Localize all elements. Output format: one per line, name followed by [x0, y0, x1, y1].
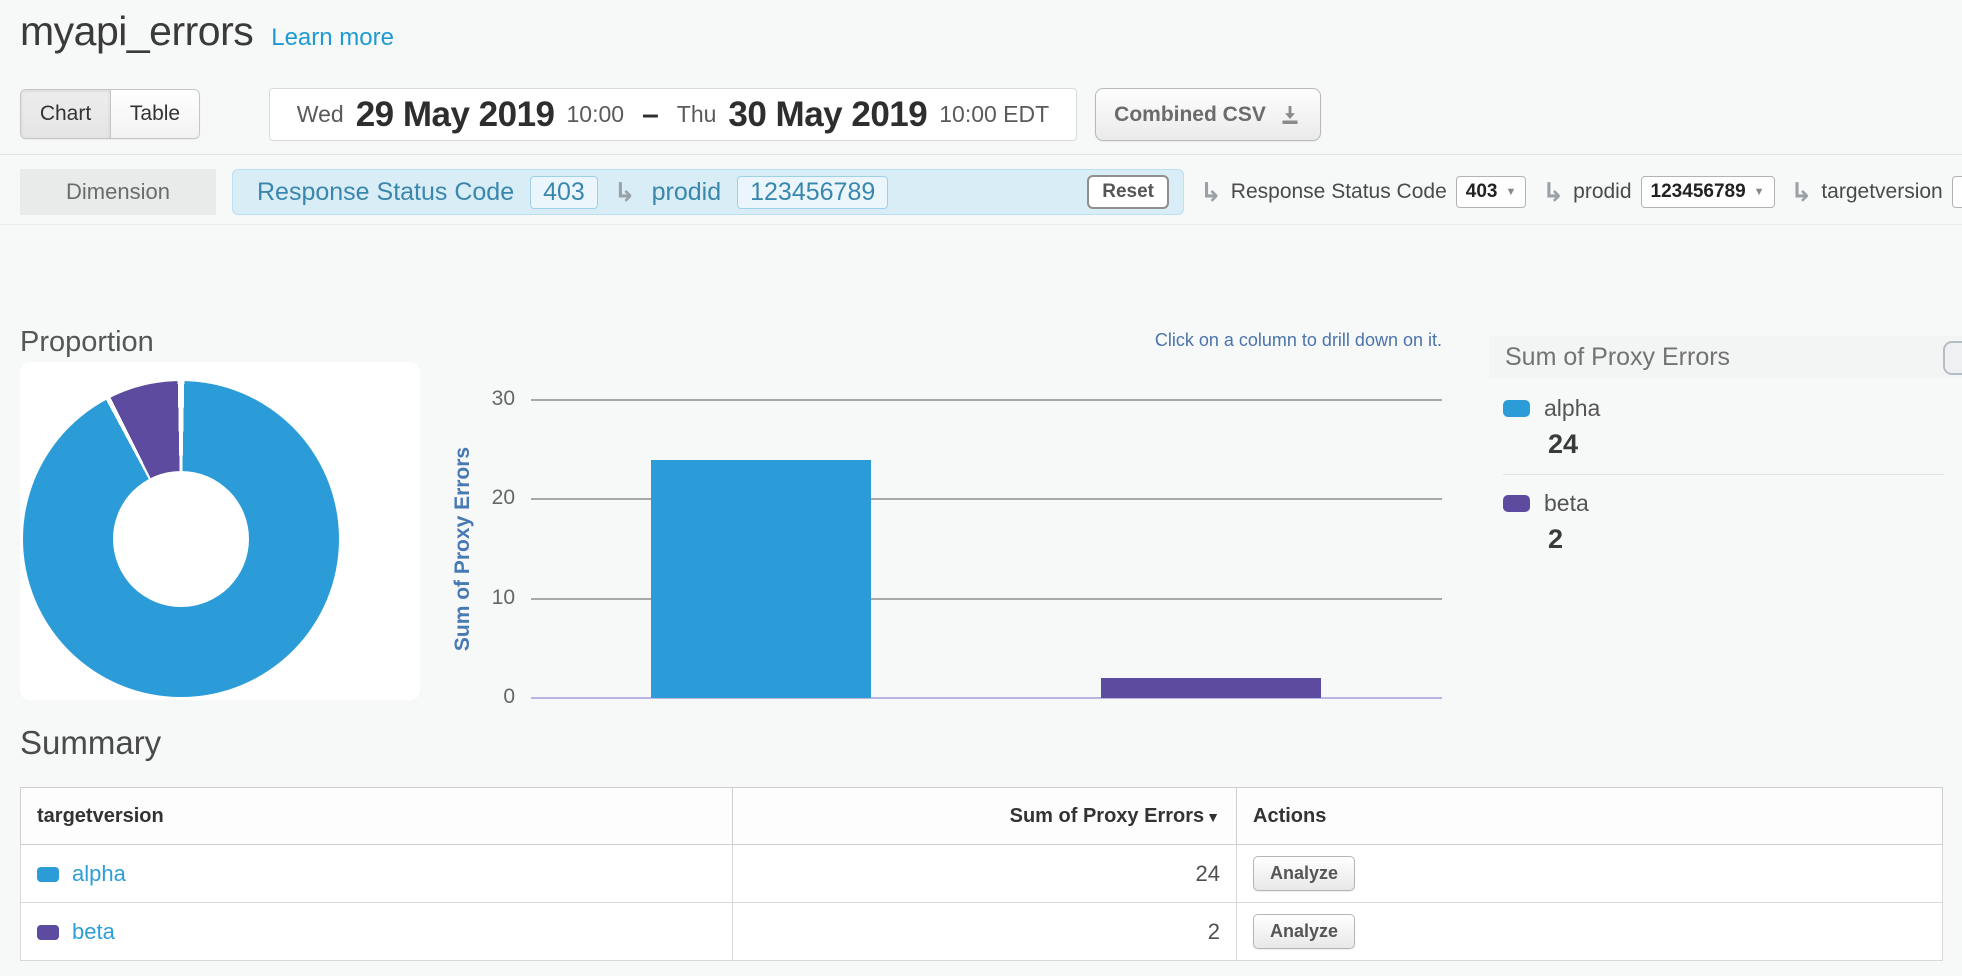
combined-csv-button[interactable]: Combined CSV	[1095, 88, 1321, 141]
selector-label: targetversion	[1821, 180, 1942, 204]
table-header-row: targetversion Sum of Proxy Errors▼ Actio…	[21, 788, 1943, 845]
end-date: 30 May 2019	[728, 95, 927, 135]
legend-item-alpha: alpha	[1503, 395, 1962, 422]
y-tick: 10	[471, 585, 515, 611]
dimension-selector-group: ↳ prodid 123456789 ▼	[1542, 176, 1774, 208]
view-toggle: Chart Table	[20, 89, 200, 139]
dimension-selector-group: ↳ targetversion All ▼	[1791, 176, 1962, 208]
row-link-beta[interactable]: beta	[72, 919, 115, 944]
learn-more-link[interactable]: Learn more	[271, 24, 394, 52]
selector-dropdown-status-code[interactable]: 403 ▼	[1456, 176, 1527, 208]
drill-down-hint: Click on a column to drill down on it.	[1155, 330, 1442, 351]
download-icon	[1278, 103, 1302, 127]
page-title: myapi_errors	[20, 8, 253, 55]
selector-label: Response Status Code	[1231, 180, 1447, 204]
applied-filters-panel: Response Status Code 403 ↳ prodid 123456…	[232, 169, 1184, 215]
end-day: Thu	[677, 101, 717, 128]
legend-value: 24	[1548, 429, 1962, 460]
analyze-button-beta[interactable]: Analyze	[1253, 914, 1355, 949]
filter-name: prodid	[652, 178, 722, 207]
y-tick: 20	[471, 485, 515, 511]
y-tick: 0	[471, 684, 515, 710]
analyze-button-alpha[interactable]: Analyze	[1253, 856, 1355, 891]
gridline-30	[531, 399, 1442, 401]
branch-arrow-icon: ↳	[1200, 179, 1222, 205]
tab-chart[interactable]: Chart	[21, 90, 110, 138]
chevron-down-icon: ▼	[1754, 186, 1765, 198]
date-range-separator: –	[636, 98, 665, 132]
selector-value: 403	[1466, 181, 1498, 203]
legend-overflow-button[interactable]	[1943, 341, 1962, 375]
start-day: Wed	[297, 101, 344, 128]
dimension-label: Dimension	[20, 169, 216, 215]
date-range-picker[interactable]: Wed 29 May 2019 10:00 – Thu 30 May 2019 …	[269, 88, 1077, 141]
proportion-title: Proportion	[20, 326, 154, 359]
y-tick: 30	[471, 386, 515, 412]
selector-label: prodid	[1573, 180, 1631, 204]
branch-arrow-icon: ↳	[1542, 179, 1564, 205]
legend-title: Sum of Proxy Errors	[1489, 336, 1962, 378]
proportion-donut-chart[interactable]	[23, 381, 339, 697]
table-row-alpha: alpha 24 Analyze	[21, 845, 1943, 903]
row-value-beta: 2	[733, 903, 1237, 961]
legend-item-beta: beta	[1503, 490, 1962, 517]
filter-value-chip[interactable]: 123456789	[737, 176, 888, 209]
filter-value-chip[interactable]: 403	[530, 176, 598, 209]
row-swatch-alpha	[37, 867, 59, 882]
column-header-targetversion: targetversion	[21, 788, 733, 845]
legend-label: beta	[1544, 490, 1589, 517]
selector-dropdown-prodid[interactable]: 123456789 ▼	[1641, 176, 1775, 208]
column-header-label: Sum of Proxy Errors	[1010, 805, 1205, 827]
start-date: 29 May 2019	[356, 95, 555, 135]
bar-chart: Sum of Proxy Errors 30 20 10 0	[531, 400, 1442, 698]
donut-hole	[113, 471, 249, 607]
bar-alpha[interactable]	[651, 460, 871, 698]
column-header-sum-proxy-errors[interactable]: Sum of Proxy Errors▼	[733, 788, 1237, 845]
row-link-alpha[interactable]: alpha	[72, 861, 126, 886]
dimension-row-divider	[0, 224, 1962, 225]
dimension-bar: Dimension Response Status Code 403 ↳ pro…	[20, 168, 1962, 216]
page-header: myapi_errors Learn more	[20, 8, 394, 55]
branch-arrow-icon: ↳	[1791, 179, 1813, 205]
selector-dropdown-targetversion[interactable]: All ▼	[1952, 176, 1962, 208]
summary-table: targetversion Sum of Proxy Errors▼ Actio…	[20, 787, 1943, 961]
dimension-selector-group: ↳ Response Status Code 403 ▼	[1200, 176, 1526, 208]
summary-title: Summary	[20, 724, 161, 762]
selector-value: 123456789	[1651, 181, 1746, 203]
column-header-actions: Actions	[1237, 788, 1943, 845]
legend-label: alpha	[1544, 395, 1600, 422]
legend-panel: Sum of Proxy Errors alpha 24 beta 2	[1489, 336, 1962, 569]
start-time: 10:00	[567, 101, 625, 128]
legend-divider	[1503, 474, 1944, 475]
y-axis-label: Sum of Proxy Errors	[451, 447, 475, 651]
proportion-chart-panel	[20, 362, 420, 700]
chevron-down-icon: ▼	[1505, 186, 1516, 198]
legend-swatch-alpha	[1503, 400, 1530, 417]
toolbar: Chart Table Wed 29 May 2019 10:00 – Thu …	[20, 88, 1962, 140]
legend-swatch-beta	[1503, 495, 1530, 512]
legend-body: alpha 24 beta 2	[1489, 378, 1962, 555]
table-row-beta: beta 2 Analyze	[21, 903, 1943, 961]
filter-name: Response Status Code	[257, 178, 514, 207]
header-divider	[0, 154, 1962, 155]
combined-csv-label: Combined CSV	[1114, 103, 1266, 127]
reset-button[interactable]: Reset	[1087, 175, 1169, 209]
tab-table[interactable]: Table	[110, 90, 199, 138]
end-time: 10:00 EDT	[939, 101, 1049, 128]
sort-descending-icon: ▼	[1206, 809, 1220, 825]
bar-beta[interactable]	[1101, 678, 1321, 698]
branch-arrow-icon: ↳	[614, 179, 636, 205]
legend-value: 2	[1548, 524, 1962, 555]
row-value-alpha: 24	[733, 845, 1237, 903]
row-swatch-beta	[37, 925, 59, 940]
